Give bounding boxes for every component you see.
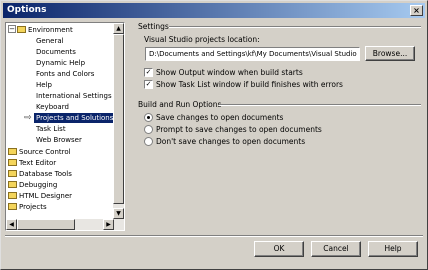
tree-node-debugging[interactable]: Debugging — [8, 180, 57, 190]
browse-button[interactable]: Browse... — [365, 46, 415, 61]
window-title: Options — [7, 5, 47, 15]
scroll-left-button[interactable]: ◀ — [6, 219, 17, 230]
tree-node-dynamic-help[interactable]: Dynamic Help — [36, 58, 85, 68]
tree-node-label: Source Control — [19, 148, 71, 156]
horizontal-scroll-thumb[interactable] — [17, 219, 75, 230]
collapse-icon[interactable]: − — [8, 25, 16, 33]
close-button[interactable]: × — [410, 5, 423, 16]
build-run-heading: Build and Run Options — [138, 100, 222, 109]
title-bar[interactable]: Options × — [3, 3, 425, 18]
options-dialog: Options × − Environment General Documents… — [0, 0, 428, 270]
tree-node-label: Database Tools — [19, 170, 72, 178]
tree-node-label: HTML Designer — [19, 192, 73, 200]
tree-node-documents[interactable]: Documents — [36, 47, 76, 57]
show-output-option[interactable]: ✓ Show Output window when build starts — [144, 67, 303, 78]
current-page-arrow-icon: ⇨ — [24, 113, 32, 123]
scroll-right-button[interactable]: ▶ — [103, 219, 114, 230]
tree-node-web-browser[interactable]: Web Browser — [36, 135, 82, 145]
tree-vertical-scrollbar[interactable]: ▲ ▼ — [113, 23, 124, 230]
tree-node-general[interactable]: General — [36, 36, 64, 46]
tree-node-international-settings[interactable]: International Settings — [36, 91, 112, 101]
dont-save-option[interactable]: Don't save changes to open documents — [144, 136, 306, 147]
tree-node-text-editor[interactable]: Text Editor — [8, 158, 56, 168]
vertical-scroll-thumb[interactable] — [113, 34, 124, 204]
folder-icon — [8, 169, 17, 177]
folder-icon — [8, 147, 17, 155]
tree-node-keyboard[interactable]: Keyboard — [36, 102, 69, 112]
tree-node-projects[interactable]: Projects — [8, 202, 47, 212]
show-tasklist-checkbox[interactable]: ✓ — [144, 79, 153, 89]
help-button[interactable]: Help — [368, 241, 418, 257]
tree-node-environment[interactable]: − Environment — [8, 25, 73, 35]
tree-node-source-control[interactable]: Source Control — [8, 147, 71, 157]
category-tree[interactable]: − Environment General Documents Dynamic H… — [5, 22, 125, 231]
tree-node-help[interactable]: Help — [36, 80, 52, 90]
projects-location-field[interactable]: D:\Documents and Settings\kf\My Document… — [145, 47, 360, 61]
ok-button[interactable]: OK — [254, 241, 304, 257]
folder-icon — [8, 180, 17, 188]
tree-node-task-list[interactable]: Task List — [36, 124, 66, 134]
tree-node-label: Debugging — [19, 181, 58, 189]
tree-node-fonts-and-colors[interactable]: Fonts and Colors — [36, 69, 94, 79]
tree-viewport: − Environment General Documents Dynamic H… — [6, 23, 116, 230]
tree-node-projects-and-solutions[interactable]: Projects and Solutions — [34, 113, 116, 123]
dont-save-radio[interactable] — [144, 136, 153, 146]
tree-node-database-tools[interactable]: Database Tools — [8, 169, 72, 179]
tree-horizontal-scrollbar[interactable]: ◀ ▶ — [6, 219, 114, 230]
tree-node-label: Text Editor — [19, 159, 57, 167]
show-output-checkbox[interactable]: ✓ — [144, 67, 153, 77]
save-changes-label: Save changes to open documents — [156, 113, 284, 122]
folder-icon — [17, 25, 26, 33]
prompt-save-label: Prompt to save changes to open documents — [156, 125, 322, 134]
cancel-button[interactable]: Cancel — [311, 241, 361, 257]
show-output-label: Show Output window when build starts — [156, 68, 303, 77]
tree-node-html-designer[interactable]: HTML Designer — [8, 191, 72, 201]
scroll-down-button[interactable]: ▼ — [113, 208, 124, 219]
tree-node-label: Environment — [28, 26, 73, 34]
show-tasklist-label: Show Task List window if build finishes … — [156, 80, 343, 89]
prompt-save-radio[interactable] — [144, 124, 153, 134]
save-changes-radio[interactable] — [144, 112, 153, 122]
footer-divider — [5, 235, 423, 237]
dont-save-label: Don't save changes to open documents — [156, 137, 306, 146]
folder-icon — [8, 202, 17, 210]
folder-icon — [8, 191, 17, 199]
save-changes-option[interactable]: Save changes to open documents — [144, 112, 284, 123]
projects-location-label: Visual Studio projects location: — [144, 35, 260, 44]
build-run-divider — [219, 104, 421, 106]
folder-icon — [8, 158, 17, 166]
show-tasklist-option[interactable]: ✓ Show Task List window if build finishes… — [144, 79, 343, 90]
prompt-save-option[interactable]: Prompt to save changes to open documents — [144, 124, 322, 135]
scroll-up-button[interactable]: ▲ — [113, 23, 124, 34]
settings-heading: Settings — [138, 22, 169, 31]
tree-node-label: Projects — [19, 203, 47, 211]
settings-divider — [169, 26, 421, 28]
